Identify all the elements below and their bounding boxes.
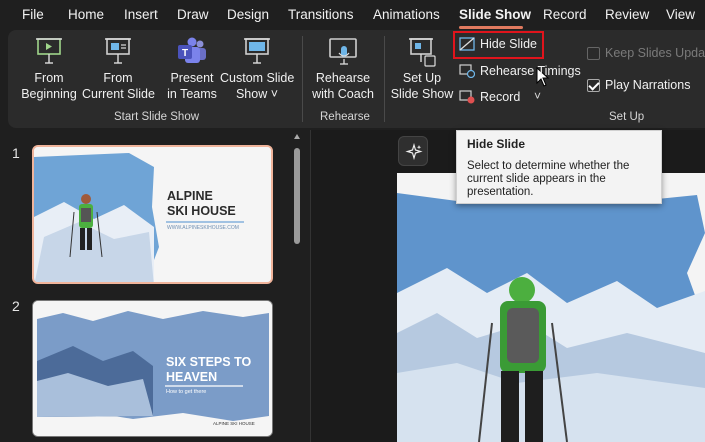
ribbon-separator: [302, 36, 303, 122]
keep-updated-label: Keep Slides Updated: [605, 46, 705, 60]
designer-button[interactable]: [398, 136, 428, 166]
custom-show-icon: [244, 38, 270, 64]
play-narrations-label: Play Narrations: [605, 78, 691, 92]
skier-photo-image: [34, 147, 271, 282]
tab-insert[interactable]: Insert: [124, 7, 158, 22]
tab-review[interactable]: Review: [605, 7, 649, 22]
active-tab-indicator: [459, 26, 523, 29]
ribbon-separator: [384, 36, 385, 122]
rehearse-timings-icon: [459, 64, 475, 78]
rehearse-coach-label-2: with Coach: [312, 87, 374, 101]
custom-slide-show-button[interactable]: Custom Slide Show ˅: [220, 36, 294, 108]
tab-animations[interactable]: Animations: [373, 7, 440, 22]
tab-view[interactable]: View: [666, 7, 695, 22]
panel-scrollbar-thumb[interactable]: [294, 148, 300, 244]
slide-2-title-line-2: HEAVEN: [166, 370, 218, 384]
keep-slides-updated-checkbox[interactable]: Keep Slides Updated: [587, 46, 705, 60]
from-beginning-label-2: Beginning: [21, 87, 77, 101]
hide-slide-tooltip: Hide Slide Select to determine whether t…: [456, 130, 662, 204]
play-narrations-checkbox-box: [587, 78, 600, 92]
hide-slide-highlight-box: [453, 31, 544, 59]
slide-1-title: ALPINE SKI HOUSE: [167, 189, 236, 219]
tab-transitions[interactable]: Transitions: [288, 7, 354, 22]
projector-screen-icon: [36, 38, 62, 64]
tooltip-title: Hide Slide: [467, 137, 526, 151]
present-in-teams-button[interactable]: T Present in Teams: [163, 36, 221, 108]
slide-1-title-line-1: ALPINE: [167, 189, 213, 203]
rehearse-with-coach-button[interactable]: Rehearse with Coach: [309, 36, 377, 108]
menu-bar: File Home Insert Draw Design Transitions…: [0, 0, 705, 30]
tab-design[interactable]: Design: [227, 7, 269, 22]
slide-1-title-line-2: SKI HOUSE: [167, 204, 236, 218]
setup-show-icon: [409, 38, 436, 67]
slide-1-url: WWW.ALPINESKIHOUSE.COM: [167, 225, 239, 231]
tooltip-body: Select to determine whether the current …: [467, 160, 630, 198]
from-current-label-2: Current Slide: [82, 87, 155, 101]
tab-record[interactable]: Record: [543, 7, 587, 22]
keep-updated-checkbox-box: [587, 46, 600, 60]
start-slide-show-group-label: Start Slide Show: [114, 111, 200, 123]
custom-show-label-1: Custom Slide: [220, 71, 295, 85]
slide-2-subtitle: How to get there: [166, 389, 207, 395]
record-icon: [459, 90, 475, 104]
record-label: Record: [480, 90, 521, 104]
projector-current-icon: [105, 38, 131, 64]
slide-thumbnail-1[interactable]: ALPINE SKI HOUSE WWW.ALPINESKIHOUSE.COM: [32, 145, 273, 284]
slide-thumbnail-2[interactable]: SIX STEPS TO HEAVEN How to get there ALP…: [32, 300, 273, 437]
teams-icon: T: [178, 37, 206, 63]
from-beginning-label-1: From: [34, 71, 64, 85]
tab-file[interactable]: File: [22, 7, 44, 22]
play-narrations-checkbox[interactable]: Play Narrations: [587, 78, 690, 92]
rehearse-coach-icon: [329, 38, 357, 65]
tab-slide-show[interactable]: Slide Show: [459, 7, 531, 22]
from-current-label-1: From: [103, 71, 133, 85]
tab-draw[interactable]: Draw: [177, 7, 209, 22]
rehearse-coach-label-1: Rehearse: [315, 71, 371, 85]
sparkle-designer-icon: [405, 143, 423, 161]
from-beginning-button[interactable]: From Beginning: [20, 36, 78, 108]
scroll-up-arrow-icon[interactable]: [293, 133, 301, 141]
record-dropdown-chevron-icon[interactable]: ˅: [534, 89, 541, 103]
from-current-slide-button[interactable]: From Current Slide: [82, 36, 155, 108]
slide-2-title: SIX STEPS TO HEAVEN: [166, 355, 251, 385]
current-slide-canvas[interactable]: [397, 173, 705, 442]
slide-2-title-line-1: SIX STEPS TO: [166, 355, 252, 369]
present-teams-label-2: in Teams: [167, 87, 217, 101]
rehearse-timings-button[interactable]: Rehearse Timings: [459, 64, 581, 78]
set-up-slide-show-button[interactable]: Set Up Slide Show: [390, 36, 454, 108]
slide-2-footer: ALPINE SKI HOUSE: [213, 421, 255, 426]
record-button[interactable]: Record: [459, 90, 520, 104]
skier-large-image: [397, 173, 705, 442]
tab-home[interactable]: Home: [68, 7, 104, 22]
setup-show-label-2: Slide Show: [390, 87, 454, 101]
rehearse-group-label: Rehearse: [320, 111, 370, 123]
rehearse-timings-label: Rehearse Timings: [480, 64, 581, 78]
svg-text:T: T: [182, 48, 188, 59]
slide-number-1: 1: [12, 145, 20, 161]
setup-show-label-1: Set Up: [402, 71, 442, 85]
slide-number-2: 2: [12, 298, 20, 314]
setup-group-label: Set Up: [609, 111, 645, 123]
custom-show-label-2: Show ˅: [235, 87, 279, 101]
present-teams-label-1: Present: [170, 71, 214, 85]
